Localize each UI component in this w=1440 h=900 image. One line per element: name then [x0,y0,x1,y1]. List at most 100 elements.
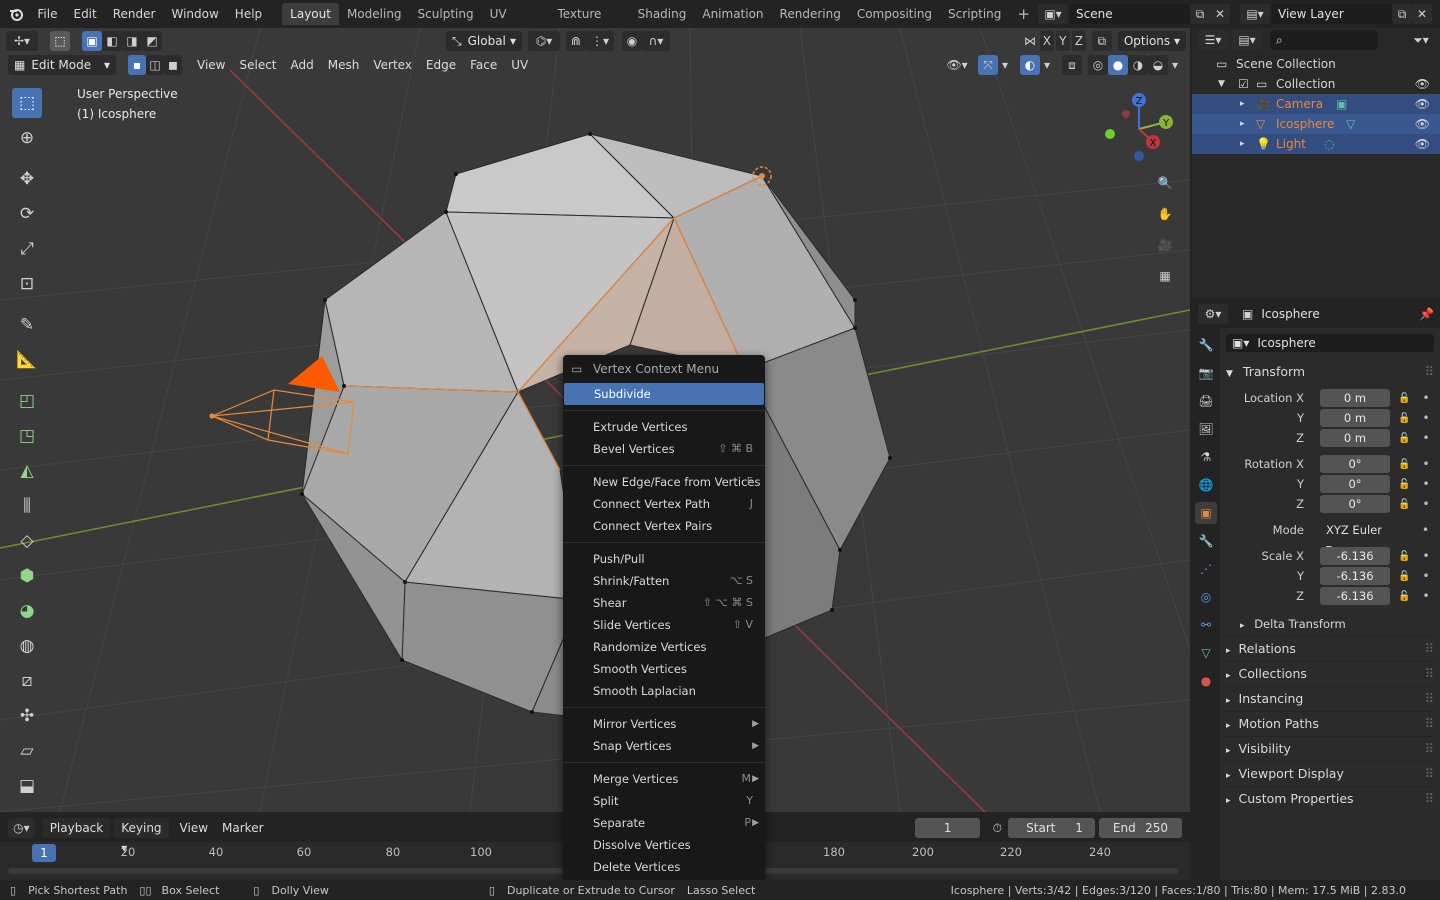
panel-custom-properties[interactable]: ▸ Custom Properties ⠿ [1226,786,1434,811]
viewport-menu-uv[interactable]: UV [504,55,535,75]
lock-icon[interactable]: 🔓 [1398,433,1410,444]
menu-window[interactable]: Window [163,3,226,25]
menu-item-merge-vertices[interactable]: Merge Vertices M ▶ [563,768,765,790]
rotation-y-field[interactable]: 0° [1320,475,1390,493]
drag-handle-icon[interactable]: ⠿ [1425,712,1434,736]
panel-visibility[interactable]: ▸ Visibility ⠿ [1226,736,1434,761]
menu-item-slide-vertices[interactable]: Slide Vertices ⇧ V [563,614,765,636]
remove-scene-icon[interactable]: ✕ [1210,4,1230,24]
timeline-menu-view[interactable]: View [173,818,215,838]
mirror-z-toggle[interactable]: Z [1071,31,1086,51]
panel-motion-paths[interactable]: ▸ Motion Paths ⠿ [1226,711,1434,736]
zoom-icon[interactable]: 🔍 [1152,170,1178,196]
new-scene-icon[interactable]: ⧉ [1190,4,1210,24]
eye-icon[interactable]: 👁 [1415,134,1430,154]
material-shading-icon[interactable]: ◑ [1128,55,1148,75]
tab-sculpting[interactable]: Sculpting [410,3,482,25]
solid-shading-icon[interactable]: ● [1108,55,1128,75]
proportional-edit-icon[interactable]: ◉ [622,31,642,51]
lock-icon[interactable]: 🔓 [1398,571,1410,582]
shear-tool-icon[interactable]: ▱ [12,736,42,766]
eye-icon[interactable]: 👁 [1415,74,1430,94]
outliner-editor-icon[interactable]: ☰▾ [1198,30,1228,50]
outliner-item-camera[interactable]: ▸ 🎥 Camera ▣ 👁 [1192,94,1440,114]
particles-tab-icon[interactable]: ⋰ [1195,558,1217,580]
object-name-field[interactable]: ▣▾ Icosphere [1226,334,1434,352]
editor-type-icon[interactable]: ✢▾ [6,31,38,51]
menu-item-push-pull[interactable]: Push/Pull [563,548,765,570]
tool-tab-icon[interactable]: 🔧 [1195,334,1217,356]
menu-item-bevel-vertices[interactable]: Bevel Vertices ⇧ ⌘ B [563,438,765,460]
viewport-menu-face[interactable]: Face [463,55,504,75]
location-x-field[interactable]: 0 m [1320,389,1390,407]
collection-checkbox[interactable]: ☑ [1238,74,1249,94]
eye-icon[interactable]: 👁 [1415,94,1430,114]
menu-help[interactable]: Help [227,3,270,25]
menu-item-smooth-laplacian[interactable]: Smooth Laplacian [563,680,765,702]
select-invert-icon[interactable]: ◩ [142,31,162,51]
mirror-icon[interactable]: ⋈ [1020,31,1040,51]
transform-orientation-dropdown[interactable]: ⤡ Global ▾ [446,31,522,51]
current-frame-field[interactable]: 1 [914,818,981,838]
constraints-tab-icon[interactable]: ⚯ [1195,614,1217,636]
drag-handle-icon[interactable]: ⠿ [1425,762,1434,786]
select-extend-icon[interactable]: ◧ [102,31,122,51]
inset-tool-icon[interactable]: ◳ [12,421,42,451]
blender-logo-icon[interactable] [6,4,25,24]
spin-tool-icon[interactable]: ◕ [12,596,42,626]
transform-panel-header[interactable]: ▼ Transform ⠿ [1226,360,1434,384]
new-view-layer-icon[interactable]: ⧉ [1392,4,1412,24]
tab-uv-editing[interactable]: UV Editing [482,3,550,43]
outliner-search-input[interactable]: ⌕ [1270,30,1378,50]
pan-hand-icon[interactable]: ✋ [1152,201,1178,227]
select-subtract-icon[interactable]: ◨ [122,31,142,51]
view-layer-icon[interactable]: ▤▾ [1240,4,1270,24]
material-tab-icon[interactable]: ● [1195,670,1217,692]
transform-tool-icon[interactable]: ⊡ [12,269,42,299]
face-select-icon[interactable]: ◼ [164,55,182,75]
snap-target-icon[interactable]: ⋮▾ [586,31,614,51]
falloff-icon[interactable]: ∩▾ [642,31,670,51]
view-layer-tab-icon[interactable]: 🖼 [1195,418,1217,440]
menu-item-snap-vertices[interactable]: Snap Vertices ▶ [563,735,765,757]
panel-instancing[interactable]: ▸ Instancing ⠿ [1226,686,1434,711]
render-tab-icon[interactable]: 📷 [1195,362,1217,384]
lock-icon[interactable]: 🔓 [1398,393,1410,404]
keyframe-dot-icon[interactable]: • [1422,391,1429,405]
xray-icon[interactable]: ⧈ [1062,55,1082,75]
cursor-tool-icon[interactable]: ⊕ [12,123,42,153]
timeline-menu-marker[interactable]: Marker [215,818,270,838]
edge-slide-tool-icon[interactable]: ⧄ [12,666,42,696]
eye-icon[interactable]: 👁 [1415,114,1430,134]
select-new-icon[interactable]: ▣ [82,31,102,51]
lock-icon[interactable]: 🔓 [1398,459,1410,470]
drag-handle-icon[interactable]: ⠿ [1425,787,1434,811]
keyframe-dot-icon[interactable]: • [1422,411,1429,425]
rotate-tool-icon[interactable]: ⟳ [12,199,42,229]
gizmo-dropdown-icon[interactable]: ▾ [998,55,1012,75]
drag-handle-icon[interactable]: ⠿ [1425,662,1434,686]
extrude-tool-icon[interactable]: ◰ [12,386,42,416]
scene-field[interactable]: Scene [1070,4,1190,24]
snap-icon[interactable]: ⋒ [566,31,586,51]
menu-item-mirror-vertices[interactable]: Mirror Vertices ▶ [563,713,765,735]
properties-editor-icon[interactable]: ⚙▾ [1198,304,1228,324]
viewport-menu-view[interactable]: View [190,55,232,75]
outliner-item-light[interactable]: ▸ 💡 Light ◌ 👁 [1192,134,1440,154]
tab-scripting[interactable]: Scripting [940,3,1009,25]
menu-edit[interactable]: Edit [65,3,104,25]
rendered-shading-icon[interactable]: ◒ [1148,55,1168,75]
menu-item-smooth-vertices[interactable]: Smooth Vertices [563,658,765,680]
menu-item-extrude-vertices[interactable]: Extrude Vertices [563,416,765,438]
world-tab-icon[interactable]: 🌐 [1195,474,1217,496]
panel-relations[interactable]: ▸ Relations ⠿ [1226,636,1434,661]
lock-icon[interactable]: 🔓 [1398,479,1410,490]
panel-viewport-display[interactable]: ▸ Viewport Display ⠿ [1226,761,1434,786]
menu-item-split[interactable]: Split Y [563,790,765,812]
scene-tab-icon[interactable]: ⚗ [1195,446,1217,468]
edge-select-icon[interactable]: ◫ [146,55,164,75]
tab-shading[interactable]: Shading [630,3,695,25]
lock-icon[interactable]: 🔓 [1398,499,1410,510]
remove-view-layer-icon[interactable]: ✕ [1412,4,1432,24]
keyframe-dot-icon[interactable]: • [1422,497,1429,511]
